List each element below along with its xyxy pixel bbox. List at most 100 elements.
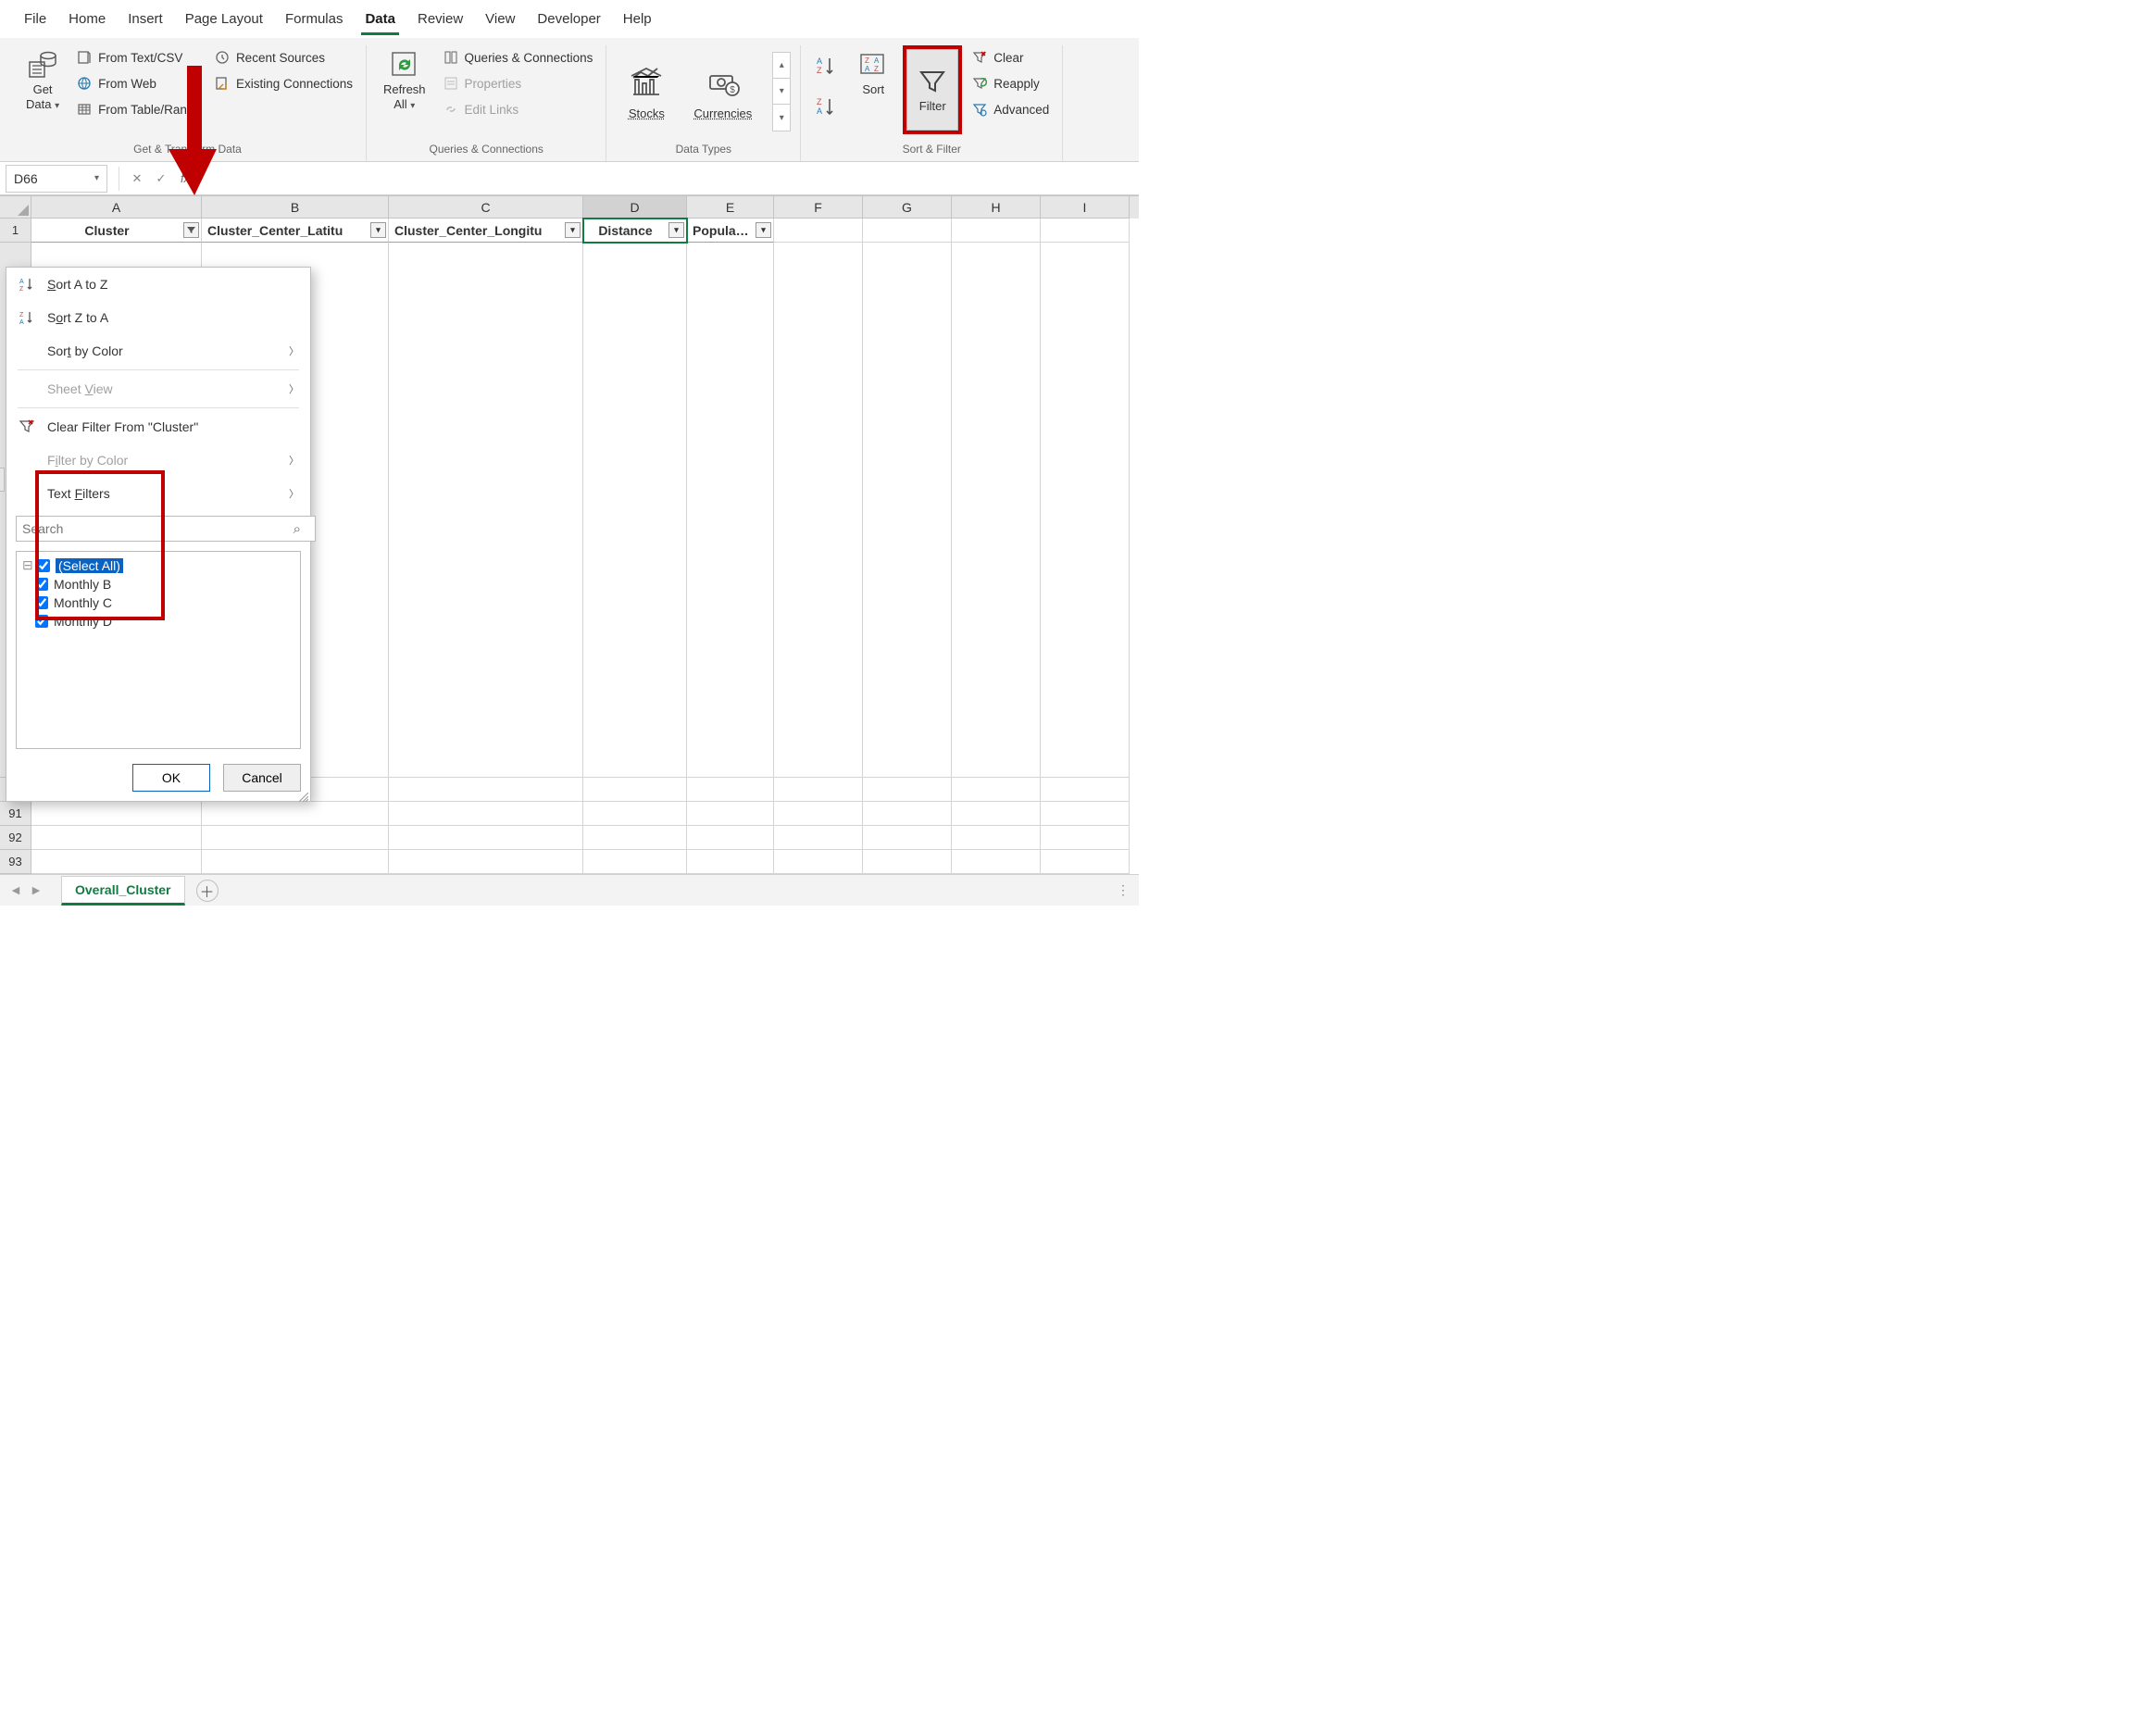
refresh-all-button[interactable]: RefreshAll ▾: [376, 45, 433, 116]
text-filters-item[interactable]: Text Filters 〉: [6, 477, 310, 510]
select-all-button[interactable]: [0, 196, 31, 219]
from-text-csv-button[interactable]: From Text/CSV: [72, 45, 205, 69]
cell[interactable]: [202, 826, 389, 850]
sheet-nav-next[interactable]: ▶: [28, 882, 44, 899]
cell[interactable]: [1041, 754, 1130, 778]
name-box[interactable]: D66▾: [6, 165, 107, 193]
cell[interactable]: [583, 850, 687, 874]
cell[interactable]: [774, 850, 863, 874]
cell[interactable]: [31, 826, 202, 850]
sort-asc-item[interactable]: AZ Sort A to Z: [6, 268, 310, 301]
cell[interactable]: [687, 778, 774, 802]
cell[interactable]: [583, 778, 687, 802]
row-header-1[interactable]: 1: [0, 219, 31, 243]
cell[interactable]: [774, 826, 863, 850]
recent-sources-button[interactable]: Recent Sources: [210, 45, 356, 69]
filter-item[interactable]: Monthly C: [20, 593, 296, 612]
queries-connections-button[interactable]: Queries & Connections: [439, 45, 597, 69]
sheet-tab-overall-cluster[interactable]: Overall_Cluster: [61, 876, 185, 905]
cell[interactable]: [389, 826, 583, 850]
menu-insert[interactable]: Insert: [117, 6, 174, 32]
header-cell-lat[interactable]: Cluster_Center_Latitu▾: [202, 219, 389, 243]
add-sheet-button[interactable]: ＋: [196, 880, 219, 902]
col-header-i[interactable]: I: [1041, 196, 1130, 219]
ok-button[interactable]: OK: [132, 764, 210, 792]
menu-help[interactable]: Help: [612, 6, 663, 32]
sheet-nav-prev[interactable]: ◀: [7, 882, 24, 899]
reapply-button[interactable]: Reapply: [968, 71, 1053, 95]
resize-handle-icon[interactable]: [299, 790, 308, 799]
sheet-options-button[interactable]: ⋮: [1117, 882, 1131, 898]
gallery-down-button[interactable]: ▾: [773, 79, 790, 105]
menu-page-layout[interactable]: Page Layout: [174, 6, 274, 32]
filter-dropdown-pop[interactable]: ▾: [756, 222, 771, 238]
col-header-a[interactable]: A: [31, 196, 202, 219]
data-type-stocks[interactable]: Stocks: [616, 60, 677, 124]
menu-home[interactable]: Home: [57, 6, 117, 32]
cell[interactable]: [1041, 778, 1130, 802]
col-header-g[interactable]: G: [863, 196, 952, 219]
filter-dropdown-lon[interactable]: ▾: [565, 222, 581, 238]
cell[interactable]: [1041, 219, 1130, 243]
menu-file[interactable]: File: [13, 6, 57, 32]
row-header[interactable]: 93: [0, 850, 31, 874]
cell[interactable]: [863, 850, 952, 874]
menu-formulas[interactable]: Formulas: [274, 6, 355, 32]
header-cell-lon[interactable]: Cluster_Center_Longitu▾: [389, 219, 583, 243]
filter-item-select-all[interactable]: ⊟(Select All): [20, 556, 296, 575]
row-header[interactable]: 91: [0, 802, 31, 826]
cell[interactable]: [774, 754, 863, 778]
from-table-range-button[interactable]: From Table/Range: [72, 97, 205, 121]
col-header-e[interactable]: E: [687, 196, 774, 219]
col-header-h[interactable]: H: [952, 196, 1041, 219]
header-cell-distance[interactable]: Distance▾: [583, 219, 687, 243]
menu-view[interactable]: View: [474, 6, 526, 32]
cell[interactable]: [687, 754, 774, 778]
cell[interactable]: [952, 778, 1041, 802]
cell[interactable]: [389, 802, 583, 826]
header-cell-cluster[interactable]: Cluster: [31, 219, 202, 243]
cell[interactable]: [583, 754, 687, 778]
cell[interactable]: [202, 802, 389, 826]
sort-asc-button[interactable]: AZ: [810, 51, 843, 82]
sort-button[interactable]: ZAAZ Sort: [849, 45, 897, 101]
data-type-currencies[interactable]: $ Currencies: [682, 60, 763, 124]
cell[interactable]: [863, 778, 952, 802]
cell[interactable]: [863, 754, 952, 778]
formula-input[interactable]: [197, 165, 1139, 193]
cell[interactable]: [31, 802, 202, 826]
filter-checkbox[interactable]: [35, 615, 48, 628]
cell[interactable]: [583, 826, 687, 850]
cell[interactable]: [202, 850, 389, 874]
advanced-button[interactable]: Advanced: [968, 97, 1053, 121]
filter-item[interactable]: Monthly D: [20, 612, 296, 631]
sort-desc-item[interactable]: ZA Sort Z to A: [6, 301, 310, 334]
menu-review[interactable]: Review: [406, 6, 474, 32]
clear-filter-button[interactable]: Clear: [968, 45, 1053, 69]
accept-formula-button[interactable]: ✓: [149, 167, 173, 191]
sort-by-color-item[interactable]: Sort by Color 〉: [6, 334, 310, 368]
cancel-formula-button[interactable]: ✕: [125, 167, 149, 191]
col-header-d[interactable]: D: [583, 196, 687, 219]
cell[interactable]: [774, 219, 863, 243]
cell[interactable]: [389, 850, 583, 874]
cell[interactable]: [774, 778, 863, 802]
cell[interactable]: [389, 754, 583, 778]
cell[interactable]: [687, 826, 774, 850]
existing-connections-button[interactable]: Existing Connections: [210, 71, 356, 95]
col-header-f[interactable]: F: [774, 196, 863, 219]
gallery-more-button[interactable]: ▾: [773, 105, 790, 131]
cell[interactable]: [389, 778, 583, 802]
filter-button[interactable]: Filter: [906, 49, 958, 131]
get-data-button[interactable]: GetData ▾: [19, 45, 67, 116]
sort-desc-button[interactable]: ZA: [810, 92, 843, 123]
col-header-c[interactable]: C: [389, 196, 583, 219]
cell[interactable]: [1041, 802, 1130, 826]
filter-dropdown-distance[interactable]: ▾: [668, 222, 684, 238]
clear-filter-item[interactable]: Clear Filter From "Cluster": [6, 410, 310, 443]
cell[interactable]: [1041, 826, 1130, 850]
filter-checkbox[interactable]: [35, 578, 48, 591]
cell[interactable]: [774, 802, 863, 826]
cell[interactable]: [952, 219, 1041, 243]
filter-value-list[interactable]: ⊟(Select All) Monthly B Monthly C Monthl…: [16, 551, 301, 749]
